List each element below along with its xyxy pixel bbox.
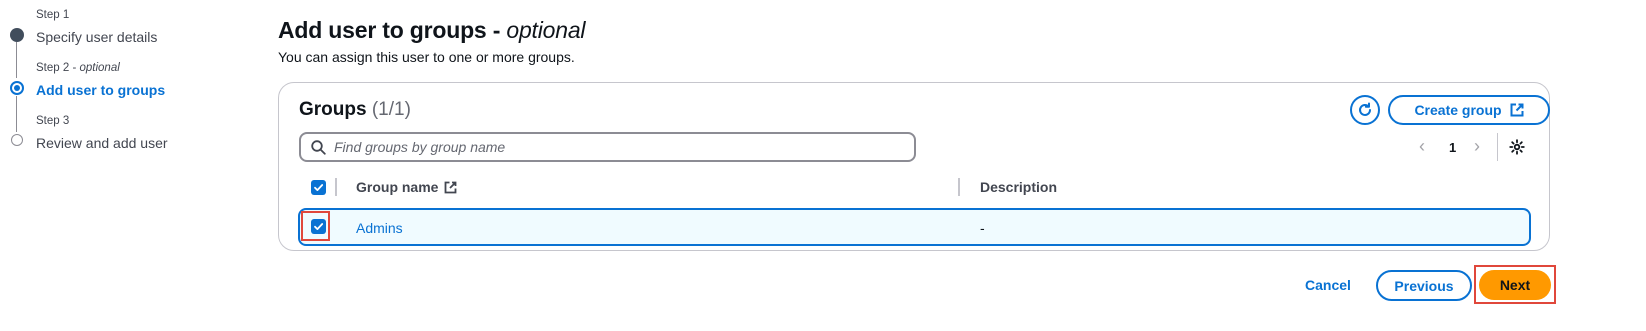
groups-count: (1/1) <box>371 99 411 120</box>
step-2[interactable]: Step 2 - optional Add user to groups <box>9 61 165 100</box>
column-divider[interactable] <box>958 178 960 196</box>
check-icon <box>314 184 324 191</box>
group-name-link[interactable]: Admins <box>356 219 403 237</box>
step-3-title: Review and add user <box>36 135 168 151</box>
select-all-checkbox[interactable] <box>311 180 326 195</box>
create-group-button[interactable]: Create group <box>1388 95 1550 125</box>
step-pending-icon <box>11 134 23 146</box>
step-3-meta: Step 3 <box>36 115 70 127</box>
gear-icon <box>1509 139 1525 155</box>
step-1-title[interactable]: Specify user details <box>36 27 157 47</box>
previous-page-icon[interactable]: ‹ <box>1419 136 1425 157</box>
wizard-steps: Step 1 Specify user details Step 2 - opt… <box>9 0 249 331</box>
create-group-label: Create group <box>1414 102 1502 118</box>
refresh-button[interactable] <box>1350 95 1380 125</box>
previous-button[interactable]: Previous <box>1376 270 1472 301</box>
page-description: You can assign this user to one or more … <box>278 49 575 65</box>
step-1-meta: Step 1 <box>36 9 70 21</box>
next-page-icon[interactable]: › <box>1474 136 1480 157</box>
external-link-icon <box>445 181 457 193</box>
table-header: Group name Description <box>299 175 1531 199</box>
step-1[interactable]: Step 1 Specify user details <box>9 8 157 47</box>
column-header-group-name[interactable]: Group name <box>356 175 457 199</box>
search-icon <box>311 139 326 155</box>
refresh-icon <box>1359 102 1371 116</box>
next-button-highlight <box>1474 265 1556 304</box>
step-3[interactable]: Step 3 Review and add user <box>9 114 168 153</box>
column-divider <box>335 178 337 196</box>
table-row[interactable]: Admins - <box>298 208 1531 246</box>
groups-container: Groups (1/1) Create group ‹ 1 › <box>278 82 1550 251</box>
group-description: - <box>980 220 985 236</box>
step-complete-icon <box>10 28 24 42</box>
pagination-divider <box>1497 133 1498 161</box>
groups-heading: Groups (1/1) <box>299 99 411 120</box>
checkbox-highlight <box>301 211 330 241</box>
step-2-title[interactable]: Add user to groups <box>36 80 165 100</box>
page-title: Add user to groups - optional <box>278 17 586 43</box>
table-settings-button[interactable] <box>1509 139 1525 158</box>
search-input[interactable] <box>334 139 894 155</box>
cancel-button[interactable]: Cancel <box>1305 277 1351 293</box>
page-number[interactable]: 1 <box>1449 140 1456 155</box>
external-link-icon <box>1510 103 1524 117</box>
step-2-meta: Step 2 - optional <box>36 62 120 74</box>
column-header-description: Description <box>980 179 1058 195</box>
group-search-field[interactable] <box>299 132 916 162</box>
step-current-icon <box>10 81 24 95</box>
